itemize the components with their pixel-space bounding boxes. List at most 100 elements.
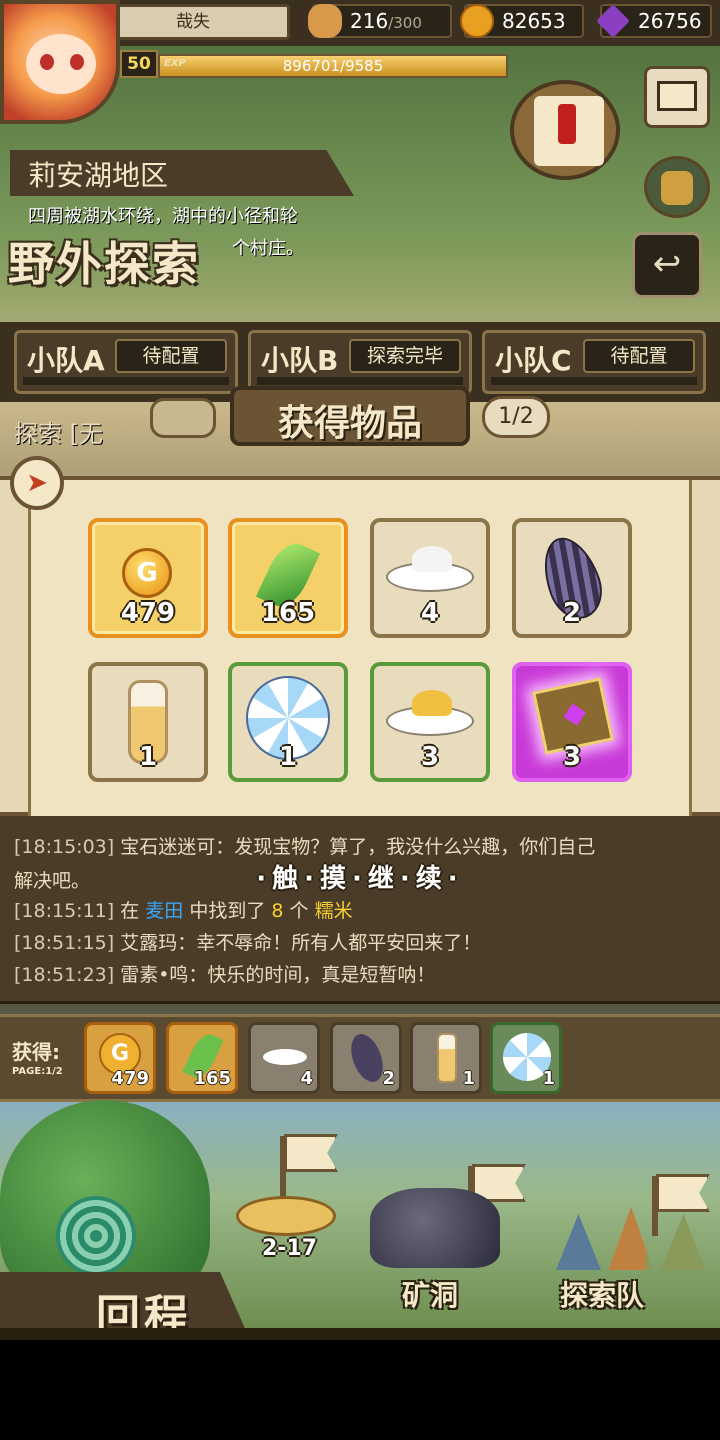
log-location: 麦田 — [145, 900, 184, 922]
region-description-2: 个村庄。 — [232, 238, 304, 259]
quest-scroll-button[interactable] — [510, 80, 620, 180]
obtained-qty: 4 — [300, 1068, 313, 1089]
item-qty: 1 — [138, 742, 158, 772]
squad-name: 小队C — [495, 344, 572, 377]
gold-counter[interactable]: 82653 — [460, 4, 584, 38]
player-name: 哉失 — [96, 4, 290, 40]
region-description: 四周被湖水环绕，湖中的小径和轮 — [28, 206, 298, 227]
obtained-page: PAGE:1/2 — [12, 1066, 63, 1077]
reward-item[interactable]: 4 — [370, 518, 490, 638]
back-arrow-icon: ↩ — [652, 244, 682, 284]
reward-item[interactable]: 2 — [512, 518, 632, 638]
obtained-item[interactable]: 1 — [410, 1022, 482, 1094]
obtained-qty: 1 — [542, 1068, 555, 1089]
backpack-button[interactable] — [644, 156, 710, 218]
obtained-qty: 1 — [462, 1068, 475, 1089]
stage-node[interactable] — [236, 1196, 336, 1236]
gem-value: 26756 — [638, 9, 702, 33]
squad-a-tab[interactable]: 小队A 待配置 — [14, 330, 238, 394]
obtained-qty: 2 — [382, 1068, 395, 1089]
log-text: 个 — [289, 900, 309, 922]
item-qty: 165 — [260, 598, 316, 628]
mine-landmark[interactable] — [370, 1188, 500, 1268]
reward-item[interactable]: G 479 — [88, 518, 208, 638]
squad-status: 探索完毕 — [349, 339, 461, 373]
exp-bar: EXP 896701/9585 — [158, 54, 508, 78]
log-text: 中找到了 — [189, 900, 266, 922]
explore-status: 探索 [无 — [14, 420, 103, 448]
player-level: 50 — [120, 50, 158, 78]
yellow-powder-icon — [386, 690, 474, 736]
white-powder-icon — [386, 546, 474, 592]
log-line: [18:15:03] 宝石迷迷可：发现宝物？算了，我没什么兴趣，你们自己 — [14, 832, 595, 859]
mode-title: 野外探索 — [8, 237, 200, 291]
reward-item[interactable]: 3 — [512, 662, 632, 782]
exclamation-icon — [558, 104, 576, 144]
reward-item[interactable]: 1 — [88, 662, 208, 782]
squad-c-tab[interactable]: 小队C 待配置 — [482, 330, 706, 394]
reward-item[interactable]: 165 — [228, 518, 348, 638]
item-qty: 3 — [420, 742, 440, 772]
obtained-qty: 165 — [193, 1068, 231, 1089]
squad-progress — [23, 377, 229, 385]
gem-counter[interactable]: 26756 — [596, 4, 712, 38]
obtained-item[interactable]: G 479 — [84, 1022, 156, 1094]
stamina-value: 216 — [350, 9, 389, 33]
navigate-icon[interactable]: ➤ — [10, 456, 64, 510]
reward-title-plate: 获得物品 — [230, 386, 470, 446]
log-line: [18:51:23] 雷素•鸣：快乐的时间，真是短暂呐！ — [14, 960, 435, 987]
white-powder-icon — [263, 1049, 307, 1065]
log-timestamp: [18:51:23] — [14, 964, 115, 986]
item-qty: 4 — [420, 598, 440, 628]
obtained-item[interactable]: 4 — [248, 1022, 320, 1094]
avatar-face — [26, 34, 96, 94]
back-button[interactable]: ↩ — [632, 232, 702, 298]
oil-bottle-icon — [437, 1033, 457, 1083]
squad-status: 待配置 — [583, 339, 695, 373]
squad-b-tab[interactable]: 小队B 探索完毕 — [248, 330, 472, 394]
log-line: [18:15:11] 在 麦田 中找到了 8 个 糯米 — [14, 896, 353, 923]
squad-progress — [491, 377, 697, 385]
stage-label: 2-17 — [262, 1236, 318, 1261]
mine-button[interactable]: 矿洞 — [389, 1274, 471, 1312]
team-button[interactable]: 探索队 — [547, 1274, 657, 1312]
log-text: 在 — [120, 900, 140, 922]
log-timestamp: [18:15:03] — [14, 836, 115, 858]
player-avatar[interactable] — [0, 0, 120, 124]
gold-coin-icon — [460, 4, 494, 38]
exp-text: 896701/9585 — [282, 57, 384, 75]
log-number: 8 — [271, 900, 284, 922]
avatar-eye — [70, 54, 84, 70]
obtained-qty: 479 — [111, 1068, 149, 1089]
squad-status: 待配置 — [115, 339, 227, 373]
log-line: [18:51:15] 艾露玛：幸不辱命！所有人都平安回来了！ — [14, 928, 481, 955]
item-qty: 2 — [562, 598, 582, 628]
stamina-counter[interactable]: 216/300 — [308, 4, 452, 38]
obtained-item[interactable]: 1 — [490, 1022, 562, 1094]
obtained-item[interactable]: 165 — [166, 1022, 238, 1094]
log-item: 糯米 — [314, 900, 353, 922]
bread-icon — [308, 4, 342, 38]
purple-gem-icon — [596, 4, 630, 38]
backpack-icon — [661, 171, 693, 205]
stamina-max: /300 — [388, 14, 422, 32]
log-text: 艾露玛：幸不辱命！所有人都平安回来了！ — [120, 932, 482, 954]
squad-progress — [257, 377, 463, 385]
game-screen: 哉失 216/300 82653 26756 50 EXP 896701/958… — [0, 0, 720, 1340]
item-qty: 479 — [120, 598, 176, 628]
portal-icon[interactable] — [56, 1196, 136, 1276]
touch-to-continue[interactable]: ·触·摸·继·续· — [0, 858, 720, 895]
prev-page-button[interactable] — [150, 398, 216, 438]
region-name: 莉安湖地区 — [28, 159, 169, 192]
gold-value: 82653 — [502, 9, 566, 33]
mail-button[interactable] — [644, 66, 710, 128]
envelope-icon — [657, 81, 697, 111]
obtained-item[interactable]: 2 — [330, 1022, 402, 1094]
log-timestamp: [18:51:15] — [14, 932, 115, 954]
reward-item[interactable]: 3 — [370, 662, 490, 782]
bottom-border — [0, 1328, 720, 1340]
reward-title: 获得物品 — [277, 403, 422, 444]
reward-page-indicator[interactable]: 1/2 — [482, 396, 550, 438]
squad-name: 小队A — [27, 344, 105, 377]
reward-item[interactable]: 1 — [228, 662, 348, 782]
